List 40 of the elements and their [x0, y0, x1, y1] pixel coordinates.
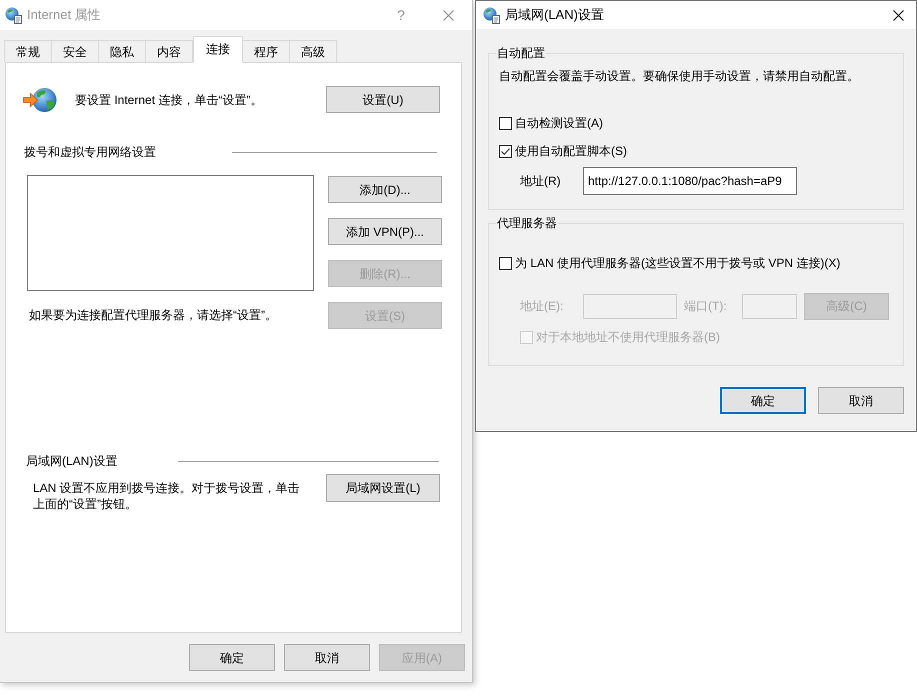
dialog-button[interactable]: 添加(D)... [328, 176, 442, 203]
address-field[interactable]: http://127.0.0.1:1080/pac?hash=aP9 [583, 167, 797, 195]
checkbox[interactable] [499, 144, 512, 158]
proxy-note: 如果要为连接配置代理服务器，请选择“设置”。 [28, 307, 278, 323]
checkmark-icon [501, 148, 510, 154]
group-heading: 代理服务器 [496, 215, 558, 231]
tab[interactable]: 内容 [145, 40, 193, 62]
section-heading: 拨号和虚拟专用网络设置 [24, 144, 156, 160]
field-label: 地址(E): [520, 298, 564, 314]
checkbox-label: 为 LAN 使用代理服务器(这些设置不用于拨号或 VPN 连接)(X) [515, 255, 840, 271]
window-title: Internet 属性 [27, 7, 101, 23]
lan-description: LAN 设置不应用到拨号连接。对于拨号设置，单击上面的“设置”按钮。 [33, 480, 301, 512]
dialog-button[interactable]: 取消 [284, 644, 370, 671]
dialog-button[interactable]: 确定 [720, 387, 806, 414]
auto-config-note: 自动配置会覆盖手动设置。要确保使用手动设置，请禁用自动配置。 [499, 68, 860, 84]
close-icon [442, 10, 454, 20]
lan-settings-button[interactable]: 局域网设置(L) [326, 474, 440, 502]
tab[interactable]: 常规 [4, 40, 52, 62]
tab[interactable]: 高级 [289, 40, 337, 62]
globe-arrow-icon [23, 86, 57, 112]
close-icon [892, 10, 904, 20]
globe-document-icon [483, 6, 500, 24]
checkbox-label: 自动检测设置(A) [515, 115, 603, 131]
field-label: 端口(T): [684, 298, 727, 314]
section-heading: 局域网(LAN)设置 [26, 453, 118, 469]
checkbox[interactable] [499, 256, 512, 270]
group-heading: 自动配置 [496, 45, 546, 61]
tab[interactable]: 连接 [193, 36, 243, 63]
dialog-button[interactable]: 取消 [818, 387, 904, 414]
connections-list[interactable] [27, 175, 314, 291]
setup-button[interactable]: 设置(U) [326, 86, 440, 113]
dialog-button[interactable]: 确定 [189, 644, 275, 671]
checkbox[interactable] [499, 116, 512, 130]
checkbox-label: 使用自动配置脚本(S) [515, 143, 627, 159]
globe-document-icon [5, 6, 22, 24]
field-label: 地址(R) [520, 173, 561, 189]
window-title: 局域网(LAN)设置 [505, 7, 604, 23]
checkbox-label: 对于本地地址不使用代理服务器(B) [536, 329, 720, 345]
dialog-button[interactable]: 添加 VPN(P)... [328, 218, 442, 245]
setup-text: 要设置 Internet 连接，单击“设置”。 [75, 92, 262, 108]
